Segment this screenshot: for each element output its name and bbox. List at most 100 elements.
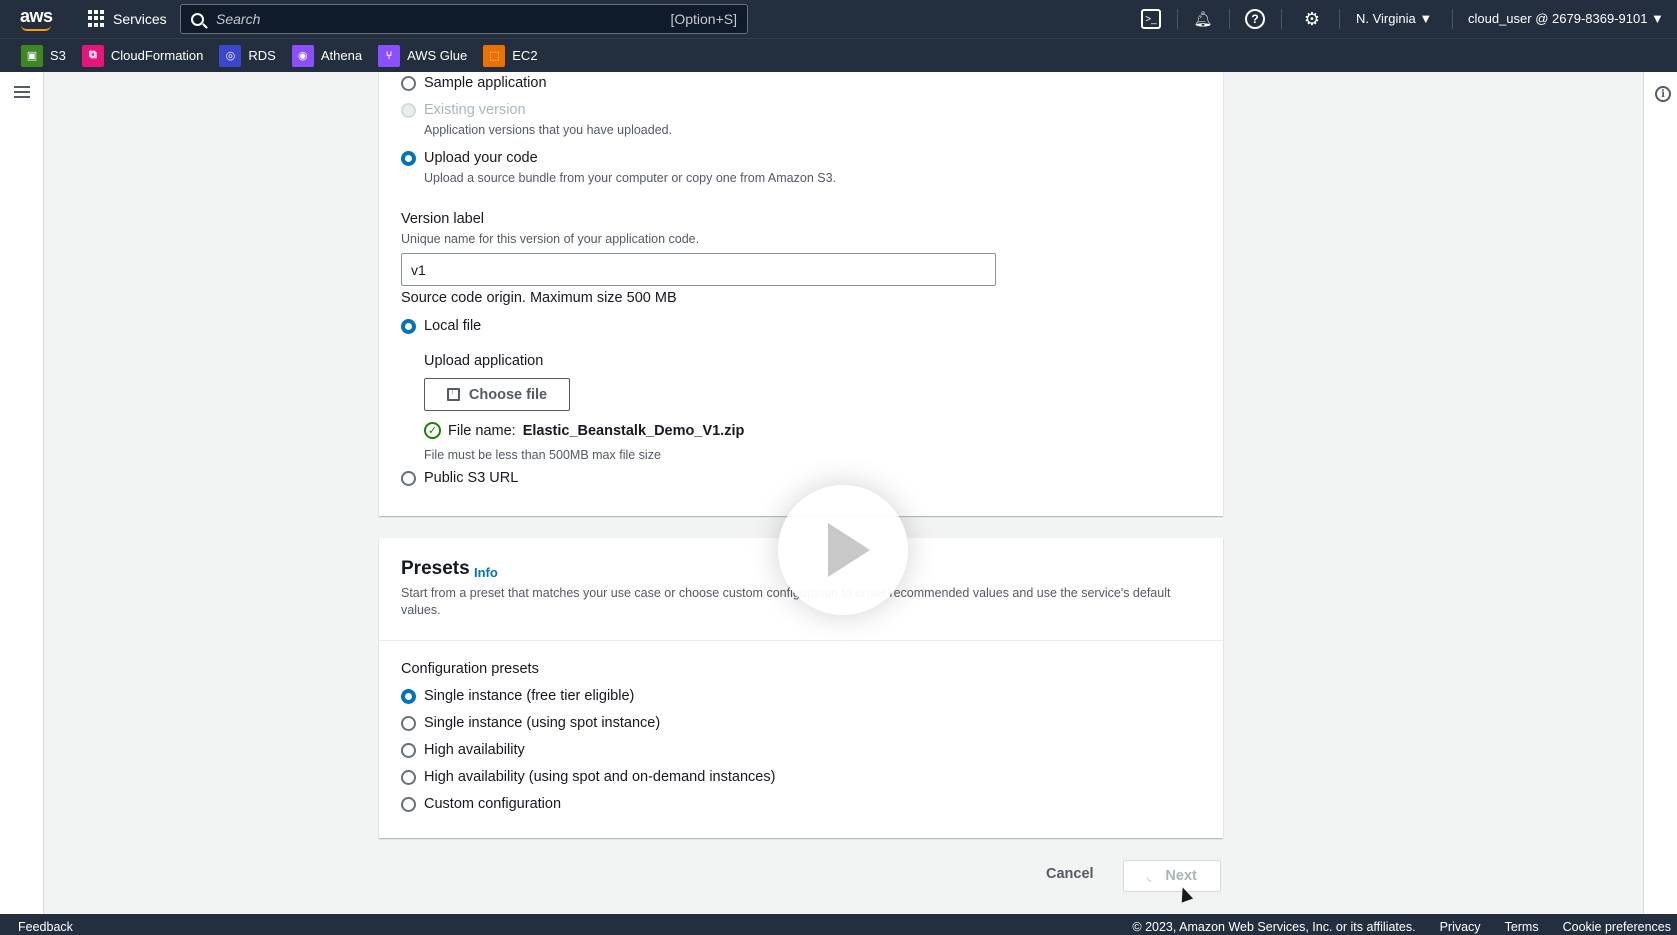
presets-info-link[interactable]: Info — [474, 565, 498, 580]
radio-label: Existing version — [424, 102, 526, 118]
region-selector[interactable]: N. Virginia ▼ — [1356, 11, 1432, 26]
next-label: Next — [1165, 868, 1197, 884]
cookie-preferences-link[interactable]: Cookie preferences — [1563, 920, 1671, 934]
radio-label: Single instance (free tier eligible) — [424, 688, 635, 704]
video-play-button[interactable] — [778, 485, 908, 615]
radio-preset-custom-configuration[interactable]: Custom configuration — [401, 796, 561, 812]
right-tools-rail: i — [1643, 72, 1677, 914]
next-button[interactable]: ◟ Next — [1123, 860, 1221, 892]
radio-public-s3-url[interactable]: Public S3 URL — [401, 470, 518, 486]
left-navigation-rail — [0, 72, 44, 914]
copyright-text: © 2023, Amazon Web Services, Inc. or its… — [1132, 920, 1416, 934]
play-icon — [828, 523, 870, 577]
radio-preset-single-instance-spot[interactable]: Single instance (using spot instance) — [401, 715, 660, 731]
configuration-presets-label: Configuration presets — [401, 661, 539, 677]
footer: Feedback © 2023, Amazon Web Services, In… — [0, 914, 1677, 935]
favorite-rds[interactable]: ◎ RDS — [219, 44, 276, 67]
radio-button[interactable] — [401, 75, 416, 91]
radio-label: Upload your code — [424, 150, 538, 166]
account-menu[interactable]: cloud_user @ 2679-8369-9101 ▼ — [1468, 11, 1664, 26]
rds-icon: ◎ — [219, 44, 242, 67]
aws-smile-icon — [21, 25, 51, 31]
radio-existing-version: Existing version — [401, 102, 526, 118]
cloudformation-icon: ⧉ — [81, 44, 104, 67]
upload-application-label: Upload application — [424, 353, 544, 369]
radio-button[interactable] — [401, 742, 416, 758]
nav-divider — [1339, 9, 1340, 29]
glue-icon: ⑂ — [378, 44, 401, 67]
file-size-constraint: File must be less than 500MB max file si… — [424, 448, 661, 462]
radio-button[interactable] — [401, 715, 416, 731]
services-grid-icon — [88, 10, 105, 27]
success-check-icon: ✓ — [424, 422, 441, 439]
source-code-origin-label: Source code origin. Maximum size 500 MB — [401, 290, 677, 306]
athena-icon: ◉ — [291, 44, 314, 67]
radio-button[interactable] — [401, 769, 416, 785]
version-label-value: v1 — [411, 261, 426, 278]
radio-label: High availability — [424, 742, 525, 758]
cloudshell-icon[interactable]: >_ — [1141, 9, 1161, 29]
file-name-value: Elastic_Beanstalk_Demo_V1.zip — [522, 422, 745, 439]
favorite-label: AWS Glue — [407, 48, 468, 63]
favorite-label: EC2 — [512, 48, 538, 63]
favorites-bar: ▣ S3 ⧉ CloudFormation ◎ RDS ◉ Athena ⑂ A… — [0, 38, 1677, 72]
radio-preset-high-availability-spot[interactable]: High availability (using spot and on-dem… — [401, 769, 775, 785]
favorite-aws-glue[interactable]: ⑂ AWS Glue — [378, 44, 468, 67]
radio-button[interactable] — [401, 796, 416, 812]
upload-your-code-description: Upload a source bundle from your compute… — [424, 171, 837, 185]
radio-label: Sample application — [424, 75, 547, 91]
ec2-icon: ⬚ — [483, 44, 506, 67]
info-icon[interactable]: i — [1655, 86, 1671, 102]
file-name-status: ✓ File name: Elastic_Beanstalk_Demo_V1.z… — [424, 422, 744, 439]
search-icon — [191, 12, 204, 26]
s3-icon: ▣ — [21, 44, 43, 67]
version-label-input[interactable]: v1 — [401, 253, 996, 286]
favorite-label: RDS — [248, 48, 276, 63]
favorite-label: S3 — [50, 48, 66, 63]
menu-icon[interactable] — [14, 86, 30, 98]
radio-label: High availability (using spot and on-dem… — [424, 769, 776, 785]
radio-upload-your-code[interactable]: Upload your code — [401, 150, 538, 166]
privacy-link[interactable]: Privacy — [1440, 920, 1481, 934]
nav-divider — [1229, 9, 1230, 29]
existing-version-description: Application versions that you have uploa… — [424, 123, 673, 137]
cancel-button[interactable]: Cancel — [1046, 866, 1094, 882]
favorite-athena[interactable]: ◉ Athena — [291, 44, 362, 67]
upload-icon — [446, 386, 460, 401]
bell-icon[interactable]: 🔔︎ — [1193, 9, 1213, 29]
radio-label: Local file — [424, 318, 482, 334]
nav-divider — [1452, 9, 1453, 29]
aws-logo[interactable]: aws — [20, 6, 53, 31]
footer-links: © 2023, Amazon Web Services, Inc. or its… — [1132, 920, 1671, 934]
choose-file-label: Choose file — [468, 386, 548, 403]
search-input[interactable]: Search [Option+S] — [180, 4, 748, 34]
favorite-cloudformation[interactable]: ⧉ CloudFormation — [81, 44, 203, 67]
radio-local-file[interactable]: Local file — [401, 318, 481, 334]
version-label-heading: Version label — [401, 211, 485, 227]
services-menu-button[interactable]: Services — [88, 10, 167, 27]
favorite-ec2[interactable]: ⬚ EC2 — [483, 44, 538, 67]
favorite-s3[interactable]: ▣ S3 — [21, 44, 66, 67]
radio-button-selected[interactable] — [401, 318, 416, 334]
feedback-link[interactable]: Feedback — [18, 920, 73, 934]
help-icon[interactable]: ? — [1245, 9, 1265, 29]
radio-sample-application[interactable]: Sample application — [401, 75, 547, 91]
radio-label: Single instance (using spot instance) — [424, 715, 661, 731]
version-label-description: Unique name for this version of your app… — [401, 232, 700, 246]
loading-spinner-icon: ◟ — [1147, 870, 1152, 883]
radio-button — [401, 102, 416, 118]
search-placeholder: Search — [216, 11, 261, 27]
radio-button-selected[interactable] — [401, 688, 416, 704]
radio-preset-high-availability[interactable]: High availability — [401, 742, 525, 758]
nav-divider — [1177, 9, 1178, 29]
radio-label: Custom configuration — [424, 796, 562, 812]
settings-icon[interactable]: ⚙ — [1302, 9, 1322, 29]
radio-label: Public S3 URL — [424, 470, 519, 486]
terms-link[interactable]: Terms — [1505, 920, 1539, 934]
choose-file-button[interactable]: Choose file — [424, 378, 570, 411]
services-label: Services — [113, 10, 167, 27]
radio-button[interactable] — [401, 470, 416, 486]
radio-button-selected[interactable] — [401, 150, 416, 166]
file-name-label: File name: — [448, 422, 516, 439]
radio-preset-single-instance[interactable]: Single instance (free tier eligible) — [401, 688, 634, 704]
